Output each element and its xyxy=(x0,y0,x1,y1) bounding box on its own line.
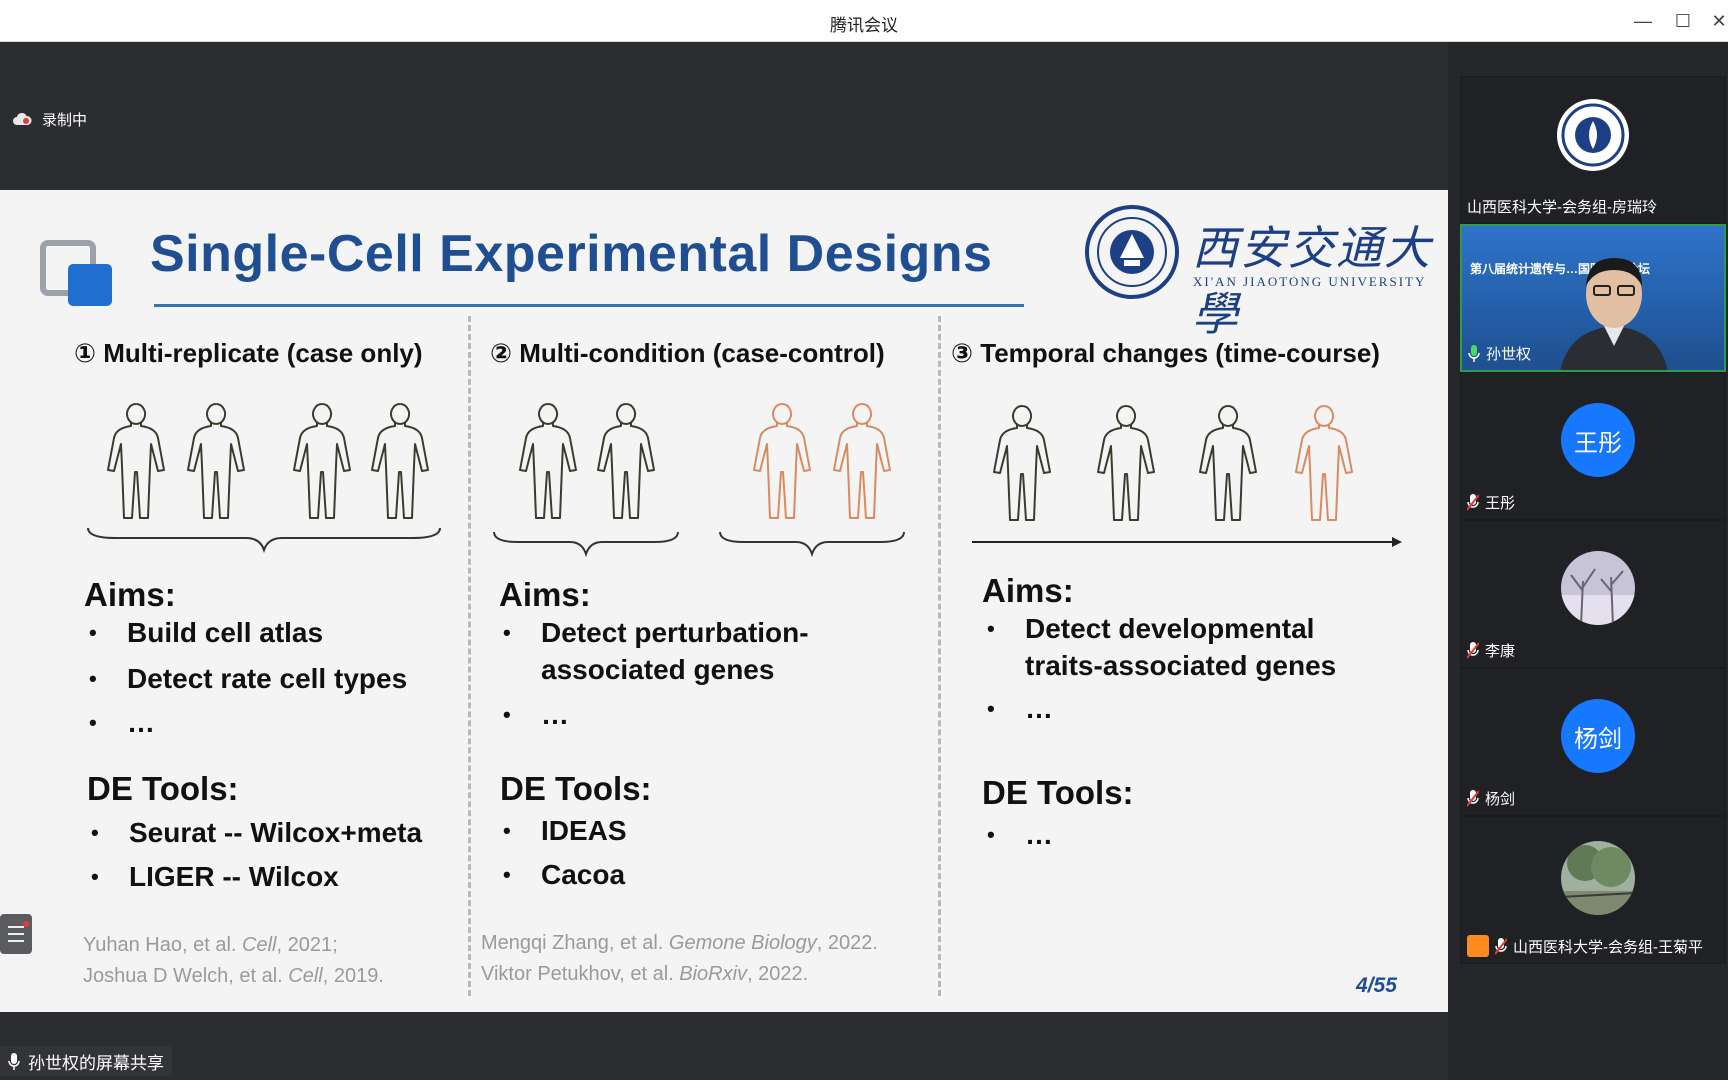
recording-indicator[interactable]: 录制中 xyxy=(12,104,87,134)
maximize-icon[interactable]: ☐ xyxy=(1670,8,1696,34)
initials-avatar: 王彤 xyxy=(1561,403,1635,477)
university-logo-avatar xyxy=(1557,99,1629,171)
participant-tile[interactable]: 杨剑 杨剑 xyxy=(1460,668,1726,816)
slide-title: Single-Cell Experimental Designs xyxy=(150,225,993,283)
column-heading-temporal: ③ Temporal changes (time-course) xyxy=(951,338,1380,368)
speaker-portrait xyxy=(1560,258,1668,370)
tool-item: • Cacoa xyxy=(503,859,626,890)
human-figures-case-control xyxy=(519,403,891,519)
aim-item: • Build cell atlas xyxy=(89,617,324,648)
window-titlebar: 腾讯会议 — ☐ ✕ xyxy=(0,0,1728,42)
mic-muted-icon xyxy=(1495,937,1507,955)
initials-avatar: 杨剑 xyxy=(1561,699,1635,773)
aim-item: •… xyxy=(987,693,1053,724)
citation: Mengqi Zhang, et al. Gemone Biology, 202… xyxy=(481,932,878,954)
side-menu-toggle[interactable] xyxy=(0,914,32,954)
screen-share-label: 孙世权的屏幕共享 xyxy=(28,1053,164,1073)
aims-heading: Aims: xyxy=(982,572,1074,609)
tool-item: •… xyxy=(987,819,1053,850)
presentation-slide: Single-Cell Experimental Designs 西安交通大學 … xyxy=(0,190,1448,1012)
tool-item: • Seurat -- Wilcox+meta xyxy=(91,817,423,848)
host-badge-icon xyxy=(1467,935,1489,957)
aim-item: •… xyxy=(503,699,569,730)
participant-name: 杨剑 xyxy=(1467,788,1515,809)
title-underline xyxy=(154,304,1024,307)
tool-item: • IDEAS xyxy=(503,815,627,846)
mic-muted-icon xyxy=(1467,494,1479,511)
recording-label: 录制中 xyxy=(42,111,88,129)
window-title: 腾讯会议 xyxy=(830,16,898,35)
group-brace xyxy=(87,527,441,554)
de-tools-heading: DE Tools: xyxy=(982,774,1134,811)
university-seal-icon xyxy=(1085,205,1179,299)
participant-tile[interactable]: 山西医科大学-会务组-王菊平 xyxy=(1460,816,1726,964)
human-figure-icon xyxy=(833,403,891,519)
human-figures-replicates xyxy=(107,403,429,519)
citation-block: Yuhan Hao, et al. Cell, 2021; Joshua D W… xyxy=(83,930,384,992)
column-heading-multi-condition: ② Multi-condition (case-control) xyxy=(490,338,885,368)
citation: Yuhan Hao, et al. Cell, 2021; xyxy=(83,934,338,956)
time-arrow xyxy=(972,537,1402,547)
human-figure-icon xyxy=(107,403,165,519)
photo-avatar xyxy=(1561,551,1635,625)
slide-logo-accent xyxy=(68,264,112,306)
human-figure-icon xyxy=(1199,405,1257,521)
participant-tile-active-speaker[interactable]: 第八届统计遗传与…国际高峰论坛 孙世权 xyxy=(1460,224,1726,372)
list-icon xyxy=(8,921,29,942)
human-figure-icon xyxy=(293,403,351,519)
human-figure-icon xyxy=(753,403,811,519)
human-figure-icon xyxy=(597,403,655,519)
human-figure-icon xyxy=(993,405,1051,521)
participant-tile[interactable]: 山西医科大学-会务组-房瑞玲 xyxy=(1460,76,1726,224)
tool-item: • LIGER -- Wilcox xyxy=(91,861,339,892)
university-name-en: XI'AN JIAOTONG UNIVERSITY xyxy=(1193,274,1427,289)
participant-tile[interactable]: 李康 xyxy=(1460,520,1726,668)
mic-icon xyxy=(8,1052,20,1070)
citation-block: Mengqi Zhang, et al. Gemone Biology, 202… xyxy=(481,928,878,990)
cloud-record-icon xyxy=(13,112,32,125)
photo-avatar xyxy=(1561,841,1635,915)
human-figure-icon xyxy=(187,403,245,519)
aim-item: • Detect perturbation-associated genes xyxy=(503,617,809,685)
human-figure-icon xyxy=(519,403,577,519)
aim-item: •… xyxy=(89,707,155,738)
mic-muted-icon xyxy=(1467,790,1479,807)
citation: Joshua D Welch, et al. Cell, 2019. xyxy=(83,965,384,987)
slide-page-number: 4/55 xyxy=(1356,974,1397,997)
aim-item: • Detect rate cell types xyxy=(89,663,408,694)
de-tools-heading: DE Tools: xyxy=(87,770,239,807)
column-divider xyxy=(938,316,941,996)
participant-name: 山西医科大学-会务组-王菊平 xyxy=(1467,935,1703,957)
mic-muted-icon xyxy=(1467,642,1479,659)
aim-item: • Detect developmental traits-associated … xyxy=(987,613,1337,681)
participant-name: 山西医科大学-会务组-房瑞玲 xyxy=(1467,199,1657,216)
mic-active-icon xyxy=(1468,345,1480,362)
human-figures-time-course xyxy=(993,405,1353,521)
participant-tile[interactable]: 王彤 王彤 xyxy=(1460,372,1726,520)
minimize-icon[interactable]: — xyxy=(1630,8,1656,34)
close-icon[interactable]: ✕ xyxy=(1706,8,1728,34)
screen-share-indicator[interactable]: 孙世权的屏幕共享 xyxy=(0,1046,172,1076)
participant-name: 王彤 xyxy=(1467,492,1515,513)
group-braces xyxy=(493,531,905,558)
column-divider xyxy=(468,316,471,996)
participant-panel: 山西医科大学-会务组-房瑞玲 第八届统计遗传与…国际高峰论坛 孙世权 王彤 王彤 xyxy=(1448,42,1728,1080)
de-tools-heading: DE Tools: xyxy=(500,770,652,807)
human-figure-icon xyxy=(371,403,429,519)
citation: Viktor Petukhov, et al. BioRxiv, 2022. xyxy=(481,963,809,985)
human-figure-icon xyxy=(1295,405,1353,521)
participant-name: 李康 xyxy=(1467,640,1515,661)
column-heading-multi-replicate: ① Multi-replicate (case only) xyxy=(74,338,423,368)
aims-heading: Aims: xyxy=(499,576,591,613)
participant-name: 孙世权 xyxy=(1468,343,1531,364)
shared-screen-stage: 录制中 Single-Cell Experimental Designs 西安交… xyxy=(0,42,1448,1080)
human-figure-icon xyxy=(1097,405,1155,521)
aims-heading: Aims: xyxy=(84,576,176,613)
